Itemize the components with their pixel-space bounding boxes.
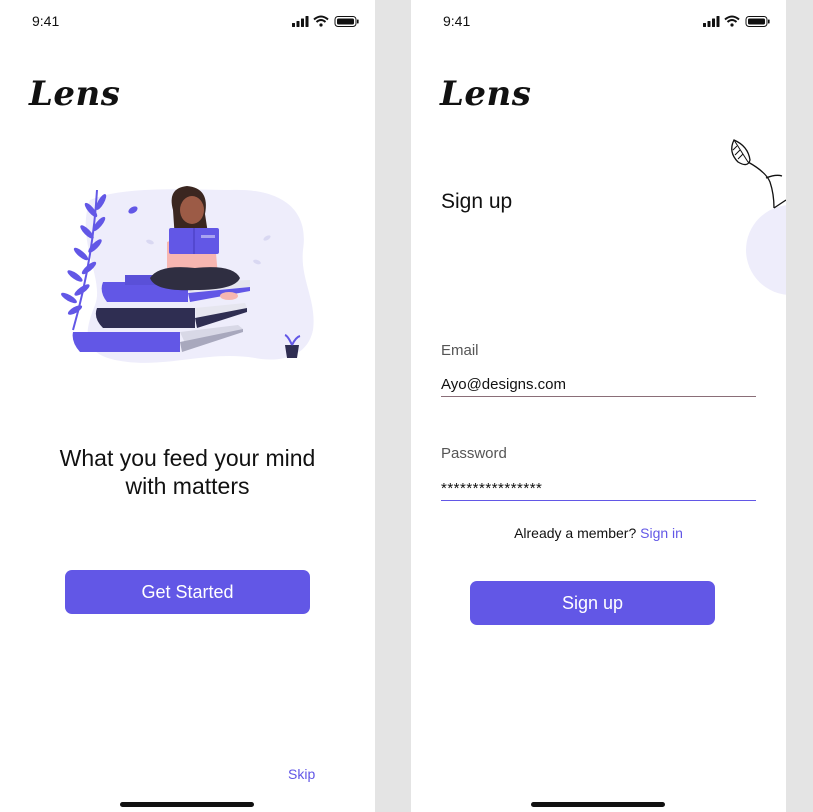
battery-icon (334, 16, 359, 27)
status-time: 9:41 (32, 13, 60, 29)
tagline-line-1: What you feed your mind (59, 445, 316, 471)
battery-icon (745, 16, 770, 27)
signin-row: Already a member? Sign in (411, 525, 786, 541)
email-field[interactable] (441, 372, 756, 397)
skip-link[interactable]: Skip (288, 766, 315, 782)
password-field[interactable] (441, 476, 756, 501)
app-logo: Lens (440, 74, 532, 114)
tagline-line-2: with matters (125, 473, 250, 499)
leaf-icon (731, 139, 786, 209)
home-indicator (120, 802, 254, 807)
email-label: Email (441, 342, 479, 359)
signin-link[interactable]: Sign in (640, 525, 683, 541)
page-title: Sign up (441, 190, 513, 213)
status-time: 9:41 (443, 13, 471, 29)
home-indicator (531, 802, 665, 807)
onboarding-tagline: What you feed your mind with matters (0, 444, 375, 500)
get-started-button[interactable]: Get Started (65, 570, 310, 614)
signal-icon (292, 16, 309, 27)
onboarding-screen: 9:41 Lens What you feed your mind with m… (0, 0, 375, 812)
decorative-circle (746, 205, 786, 295)
app-logo: Lens (29, 74, 121, 114)
password-label: Password (441, 445, 507, 462)
status-icons (292, 15, 359, 27)
signal-icon (703, 16, 720, 27)
status-icons (703, 15, 770, 27)
signup-screen: 9:41 Lens Sign up Email Password (411, 0, 786, 812)
reading-illustration (61, 186, 314, 363)
signin-prompt: Already a member? (514, 525, 641, 541)
wifi-icon (724, 15, 740, 27)
wifi-icon (313, 15, 329, 27)
signup-button[interactable]: Sign up (470, 581, 715, 625)
